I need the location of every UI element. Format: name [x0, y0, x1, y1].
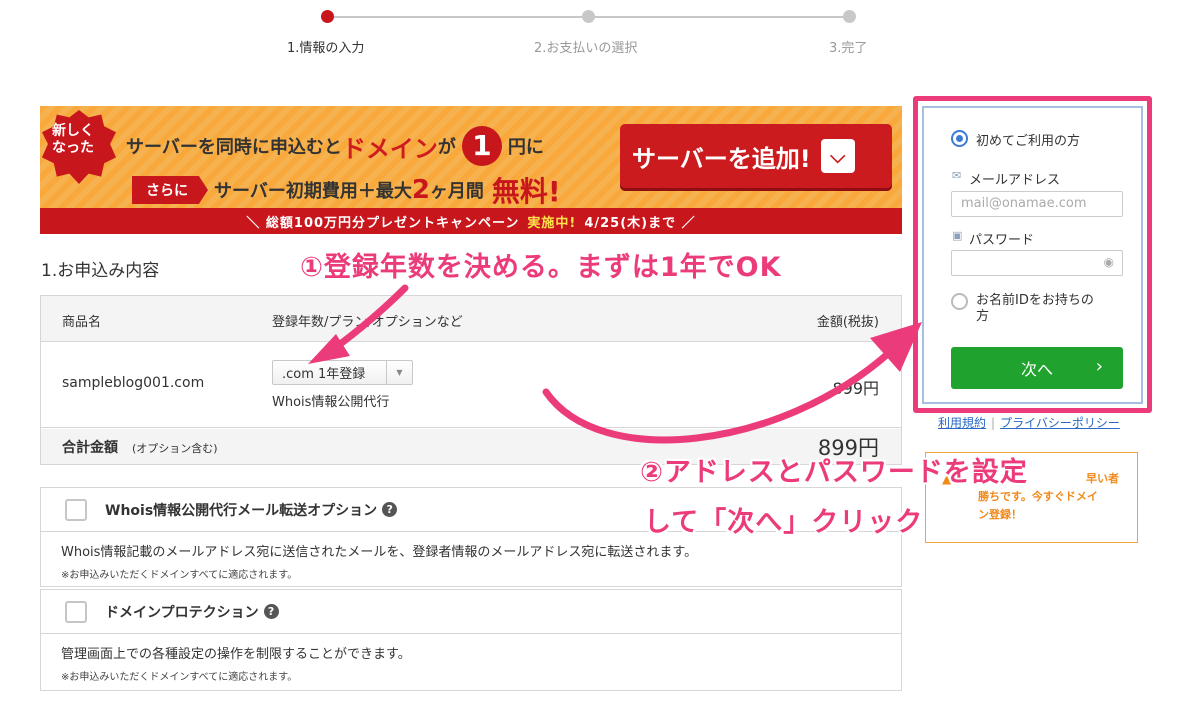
annotation-1: ①登録年数を決める。まずは1年でOK: [300, 252, 782, 283]
arrow-1-shaft: [328, 284, 409, 354]
annotation-2-line-2: して「次へ」クリック: [644, 507, 924, 538]
annotation-arrows: [308, 284, 922, 444]
annotation-2-line-1: ②アドレスとパスワードを設定: [640, 457, 1028, 488]
arrow-2-shaft: [542, 348, 894, 444]
